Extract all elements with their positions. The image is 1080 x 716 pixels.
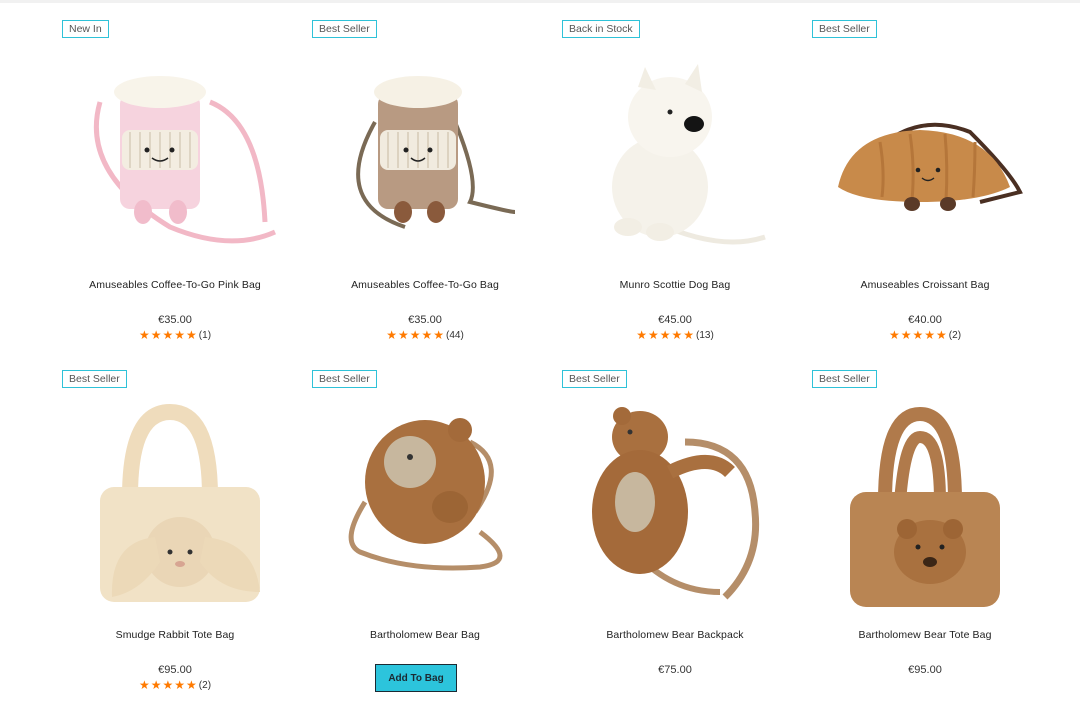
- star-icon: ★: [659, 328, 671, 342]
- star-icon: ★: [912, 328, 924, 342]
- product-badge: Best Seller: [312, 20, 377, 38]
- product-badge: Best Seller: [312, 370, 377, 388]
- star-icon: ★: [138, 678, 150, 692]
- product-price: €95.00: [908, 664, 942, 676]
- star-icon: ★: [671, 328, 683, 342]
- star-icon: ★: [150, 328, 162, 342]
- star-icon: ★: [186, 328, 197, 342]
- product-image[interactable]: [560, 402, 790, 612]
- product-badge: Best Seller: [62, 370, 127, 388]
- star-icon: ★: [138, 328, 150, 342]
- rabbit-tote-bag-image: [100, 403, 260, 602]
- product-price: €95.00: [158, 664, 192, 676]
- product-name[interactable]: Munro Scottie Dog Bag: [550, 279, 800, 291]
- star-icon: ★: [186, 678, 197, 692]
- star-icon: ★: [433, 328, 445, 342]
- star-icon: ★: [386, 328, 397, 342]
- product-price: €40.00: [908, 314, 942, 326]
- product-name[interactable]: Bartholomew Bear Bag: [300, 629, 550, 641]
- product-name[interactable]: Smudge Rabbit Tote Bag: [50, 629, 300, 641]
- product-name[interactable]: Bartholomew Bear Backpack: [550, 629, 800, 641]
- product-name[interactable]: Amuseables Coffee-To-Go Pink Bag: [50, 279, 300, 291]
- product-card[interactable]: Best Seller Smudge Rabbit Tote Bag €95.0…: [50, 362, 300, 712]
- product-badge: Back in Stock: [562, 20, 640, 38]
- star-icon: ★: [174, 328, 186, 342]
- star-icon: ★: [150, 678, 162, 692]
- star-icon: ★: [924, 328, 936, 342]
- product-image[interactable]: [60, 402, 290, 612]
- add-to-bag-button[interactable]: Add To Bag: [375, 664, 457, 692]
- product-image[interactable]: [560, 52, 790, 262]
- bear-crossbody-bag-image: [348, 418, 503, 571]
- product-image[interactable]: [60, 52, 290, 262]
- product-image[interactable]: [310, 402, 540, 612]
- review-count: (2): [948, 329, 962, 341]
- product-card[interactable]: Best Seller Bartholomew Bear Tote Bag €9…: [800, 362, 1050, 712]
- bear-tote-bag-image: [850, 406, 1000, 607]
- product-badge: Best Seller: [812, 20, 877, 38]
- product-rating: ★ ★ ★ ★ ★ (2): [50, 679, 300, 691]
- review-count: (13): [696, 329, 714, 341]
- product-grid: New In Amuseables Coffee-To-Go Pink Bag …: [50, 12, 1050, 712]
- star-icon: ★: [683, 328, 695, 342]
- star-icon: ★: [397, 328, 409, 342]
- product-rating: ★ ★ ★ ★ ★ (13): [550, 329, 800, 341]
- product-name[interactable]: Amuseables Coffee-To-Go Bag: [300, 279, 550, 291]
- product-card[interactable]: Best Seller Amuseables Coffee-To-Go Bag …: [300, 12, 550, 362]
- star-icon: ★: [888, 328, 900, 342]
- product-rating: ★ ★ ★ ★ ★ (44): [300, 329, 550, 341]
- product-card[interactable]: Best Seller Bartholomew Bear Backpack €7…: [550, 362, 800, 712]
- star-icon: ★: [647, 328, 659, 342]
- product-image[interactable]: [810, 52, 1040, 262]
- product-price: €35.00: [408, 314, 442, 326]
- croissant-plush-bag-image: [838, 122, 1023, 211]
- product-name[interactable]: Bartholomew Bear Tote Bag: [800, 629, 1050, 641]
- review-count: (2): [198, 679, 212, 691]
- product-card[interactable]: Back in Stock Munro Scottie Dog Bag €45.…: [550, 12, 800, 362]
- product-card[interactable]: Best Seller Bartholomew Bear Bag Add To …: [300, 362, 550, 712]
- coffee-cup-plush-bag-image: [356, 76, 516, 229]
- product-badge: New In: [62, 20, 109, 38]
- product-price: €45.00: [658, 314, 692, 326]
- product-image[interactable]: [310, 52, 540, 262]
- star-icon: ★: [421, 328, 433, 342]
- white-scottie-dog-plush-bag-image: [612, 64, 766, 245]
- product-image[interactable]: [810, 402, 1040, 612]
- star-icon: ★: [636, 328, 647, 342]
- product-badge: Best Seller: [812, 370, 877, 388]
- product-price: €35.00: [158, 314, 192, 326]
- star-icon: ★: [900, 328, 912, 342]
- product-rating: ★ ★ ★ ★ ★ (2): [800, 329, 1050, 341]
- star-icon: ★: [409, 328, 421, 342]
- star-icon: ★: [162, 678, 174, 692]
- star-icon: ★: [936, 328, 947, 342]
- bear-backpack-image: [592, 407, 760, 600]
- product-price: €75.00: [658, 664, 692, 676]
- review-count: (1): [198, 329, 212, 341]
- product-badge: Best Seller: [562, 370, 627, 388]
- star-icon: ★: [162, 328, 174, 342]
- review-count: (44): [446, 329, 464, 341]
- product-name[interactable]: Amuseables Croissant Bag: [800, 279, 1050, 291]
- product-card[interactable]: New In Amuseables Coffee-To-Go Pink Bag …: [50, 12, 300, 362]
- top-divider: [0, 0, 1080, 3]
- star-icon: ★: [174, 678, 186, 692]
- product-rating: ★ ★ ★ ★ ★ (1): [50, 329, 300, 341]
- pink-coffee-cup-plush-bag-image: [93, 76, 277, 244]
- product-card[interactable]: Best Seller Amuseables Croissant Bag €40…: [800, 12, 1050, 362]
